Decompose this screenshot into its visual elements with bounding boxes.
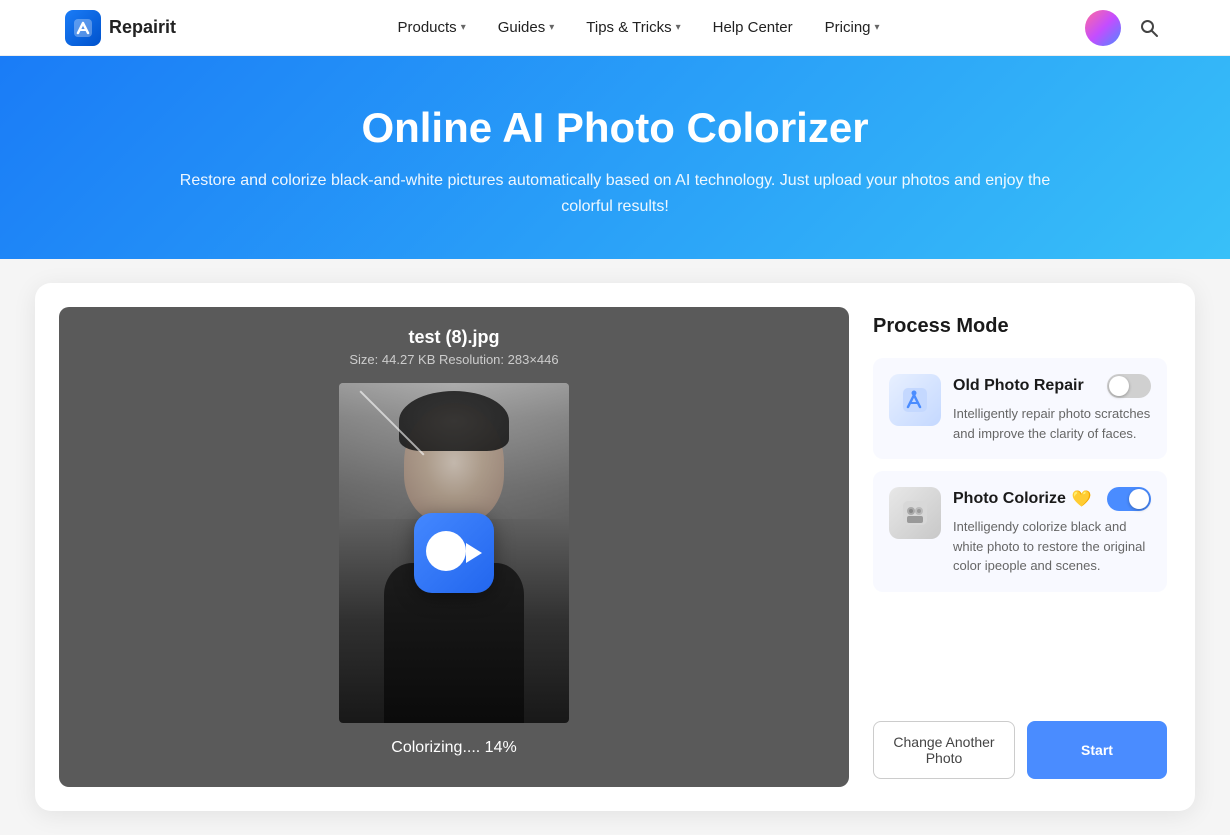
chevron-down-icon: ▾ xyxy=(461,22,466,33)
nav-links: Products ▾ Guides ▾ Tips & Tricks ▾ Help… xyxy=(208,11,1069,44)
colorize-mode-content: Photo Colorize 💛 Intelligendy colorize b… xyxy=(953,487,1151,576)
start-button[interactable]: Start xyxy=(1027,721,1167,779)
nav-item-help[interactable]: Help Center xyxy=(699,11,807,44)
repair-mode-header: Old Photo Repair xyxy=(953,374,1151,398)
processing-icon xyxy=(414,513,494,593)
nav-item-guides[interactable]: Guides ▾ xyxy=(484,11,569,44)
logo-text: Repairit xyxy=(109,17,176,38)
repair-mode-icon xyxy=(889,374,941,426)
file-title: test (8).jpg xyxy=(408,327,499,348)
left-panel: test (8).jpg Size: 44.27 KB Resolution: … xyxy=(59,307,849,787)
hair-shape xyxy=(399,391,509,451)
processing-icon-inner xyxy=(414,513,494,593)
change-photo-button[interactable]: Change Another Photo xyxy=(873,721,1015,779)
main-card: test (8).jpg Size: 44.27 KB Resolution: … xyxy=(35,283,1195,811)
file-meta: Size: 44.27 KB Resolution: 283×446 xyxy=(349,352,558,367)
logo-icon xyxy=(65,10,101,46)
nav-item-products[interactable]: Products ▾ xyxy=(383,11,479,44)
repair-mode-desc: Intelligently repair photo scratches and… xyxy=(953,404,1151,443)
search-icon[interactable] xyxy=(1133,12,1165,44)
photo-preview xyxy=(339,383,569,723)
hero-subtitle: Restore and colorize black-and-white pic… xyxy=(165,168,1065,219)
repair-mode-toggle[interactable] xyxy=(1107,374,1151,398)
logo[interactable]: Repairit xyxy=(65,10,176,46)
nav-item-pricing[interactable]: Pricing ▾ xyxy=(811,11,894,44)
chevron-down-icon: ▾ xyxy=(875,22,880,33)
nav-right xyxy=(1085,10,1165,46)
hero-title: Online AI Photo Colorizer xyxy=(20,104,1210,152)
progress-text: Colorizing.... 14% xyxy=(391,739,516,757)
avatar[interactable] xyxy=(1085,10,1121,46)
chevron-down-icon: ▾ xyxy=(549,22,554,33)
colorize-mode-icon xyxy=(889,487,941,539)
nav-item-tips[interactable]: Tips & Tricks ▾ xyxy=(572,11,694,44)
repair-mode-name-row: Old Photo Repair xyxy=(953,377,1084,395)
right-panel: Process Mode Old Photo Repair Intel xyxy=(869,307,1171,787)
colorize-mode-toggle[interactable] xyxy=(1107,487,1151,511)
play-arrow-icon xyxy=(466,543,482,563)
navbar: Repairit Products ▾ Guides ▾ Tips & Tric… xyxy=(0,0,1230,56)
hero-section: Online AI Photo Colorizer Restore and co… xyxy=(0,56,1230,259)
process-mode-title: Process Mode xyxy=(873,315,1167,338)
mode-item-colorize: Photo Colorize 💛 Intelligendy colorize b… xyxy=(873,471,1167,592)
colorize-mode-badge: 💛 xyxy=(1072,489,1092,509)
repair-mode-name: Old Photo Repair xyxy=(953,377,1084,395)
colorize-mode-header: Photo Colorize 💛 xyxy=(953,487,1151,511)
colorize-mode-desc: Intelligendy colorize black and white ph… xyxy=(953,517,1151,576)
btn-row: Change Another Photo Start xyxy=(873,697,1167,779)
mode-item-repair: Old Photo Repair Intelligently repair ph… xyxy=(873,358,1167,459)
colorize-mode-name: Photo Colorize xyxy=(953,490,1066,508)
repair-mode-content: Old Photo Repair Intelligently repair ph… xyxy=(953,374,1151,443)
chevron-down-icon: ▾ xyxy=(676,22,681,33)
colorize-mode-name-row: Photo Colorize 💛 xyxy=(953,489,1092,509)
